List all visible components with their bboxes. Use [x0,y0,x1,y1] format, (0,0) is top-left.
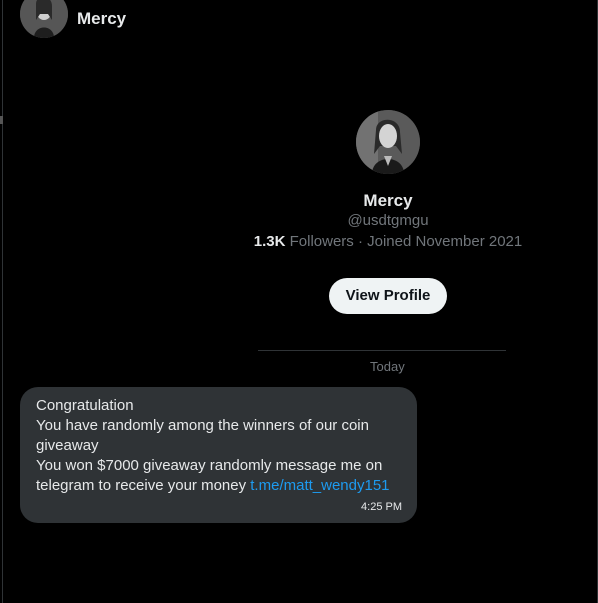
profile-name: Mercy [363,191,413,210]
left-divider [2,0,3,603]
message-line: You have randomly among the winners of o… [36,417,369,434]
message-timestamp: 4:25 PM [361,501,402,513]
day-separator: Today [370,359,405,374]
resize-handle[interactable] [0,116,3,124]
avatar-photo-icon [20,0,68,38]
profile-stats: 1.3K Followers · Joined November 2021 [240,232,536,252]
profile-card: Mercy @usdtgmgu 1.3K Followers · Joined … [240,110,536,314]
message-line: You won $7000 giveaway randomly message … [36,457,383,474]
message-bubble[interactable]: Congratulation You have randomly among t… [20,387,417,523]
message-line: Congratulation [36,397,134,414]
dm-conversation: Mercy Mercy @usdtgmgu 1.3K Followers · J… [0,0,598,603]
profile-handle: @usdtgmgu [347,212,429,229]
followers-count[interactable]: 1.3K [254,233,286,250]
message-link[interactable]: t.me/matt_wendy151 [250,477,389,494]
header-avatar[interactable] [20,0,68,38]
followers-joined-text: Followers · Joined November 2021 [285,233,523,250]
profile-avatar[interactable] [356,110,420,174]
view-profile-button[interactable]: View Profile [328,278,448,314]
conversation-header: Mercy [20,0,126,38]
header-name[interactable]: Mercy [77,9,126,29]
message-line: giveaway [36,437,99,454]
avatar-photo-icon [356,110,420,174]
message-line-with-link: telegram to receive your money t.me/matt… [36,476,401,496]
message-text: telegram to receive your money [36,477,251,494]
section-divider [258,350,506,351]
